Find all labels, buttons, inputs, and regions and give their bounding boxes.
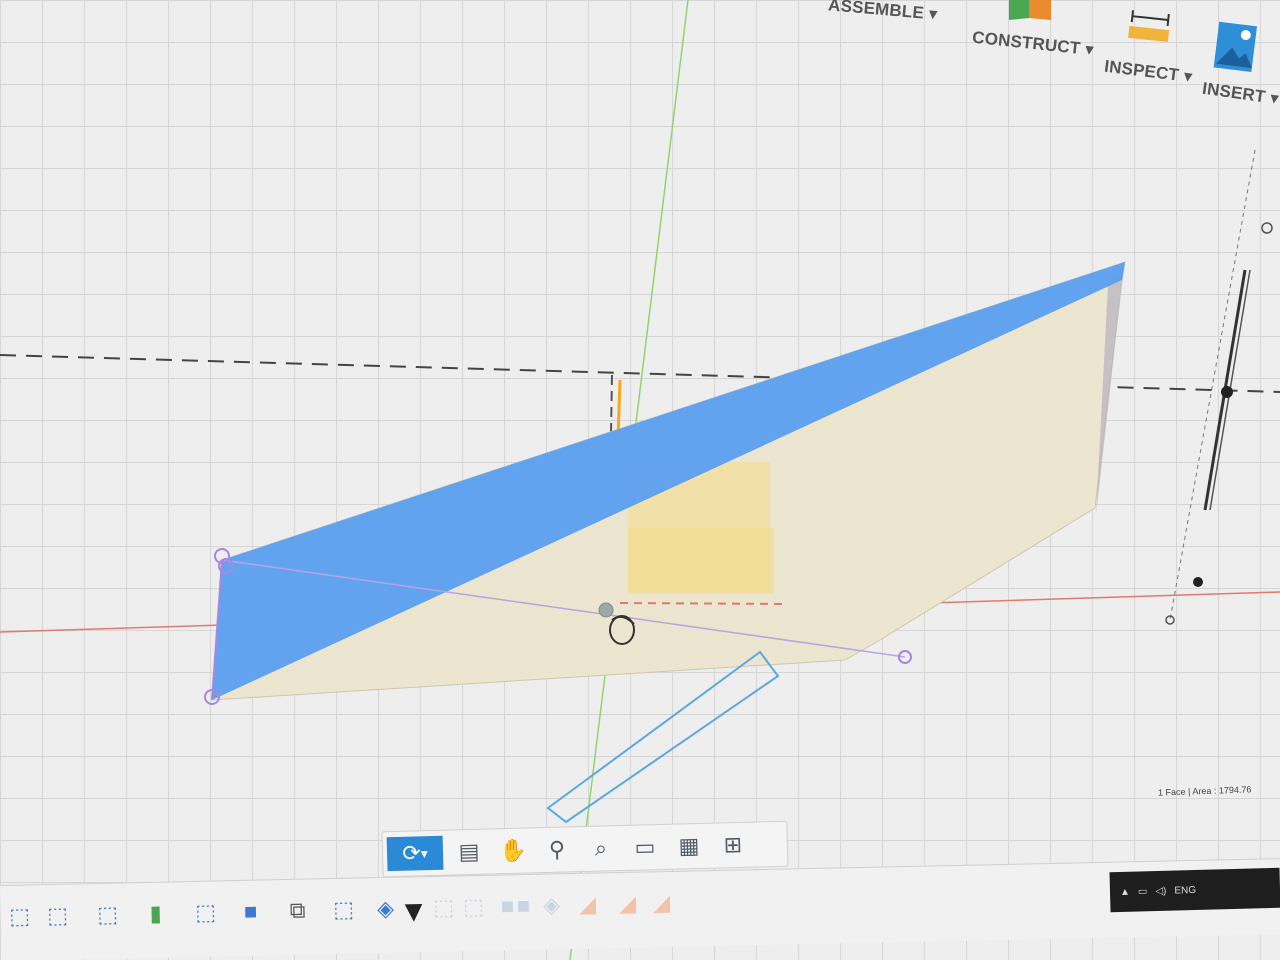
sketch-icon[interactable]: ⬚ xyxy=(190,899,221,930)
side-sketch-point[interactable] xyxy=(1193,577,1203,587)
side-sketch-point[interactable] xyxy=(1261,222,1273,234)
orbit-button[interactable]: ⟳ ▾ xyxy=(386,835,444,872)
loft-icon[interactable]: ◈ xyxy=(370,896,401,927)
look-at-icon: ▤ xyxy=(458,838,480,865)
battery-icon: ▭ xyxy=(1137,885,1148,897)
chevron-down-icon: ▾ xyxy=(928,4,939,24)
construct-plane-icon xyxy=(1005,0,1055,29)
language-indicator[interactable]: ENG xyxy=(1174,884,1196,896)
side-construction-line xyxy=(1169,149,1256,621)
side-sketch-point[interactable] xyxy=(1221,386,1233,398)
fit-zoom-icon: ⌕ xyxy=(594,835,608,861)
sketch-icon[interactable]: ⬚ xyxy=(428,894,459,925)
display-icon: ▭ xyxy=(634,834,656,860)
insert-image-icon xyxy=(1211,20,1261,80)
loft-icon[interactable]: ◈ xyxy=(536,892,567,923)
sketch-icon[interactable]: ⬚ xyxy=(92,901,123,932)
fit-button[interactable]: ⌕ xyxy=(583,831,620,866)
zoom-icon: ⚲ xyxy=(548,836,566,862)
system-taskbar: ▲ ▭ ◁) ENG xyxy=(1109,867,1280,913)
display-settings-button[interactable]: ▭ xyxy=(627,830,664,865)
orbit-icon: ⟳ xyxy=(401,840,422,866)
viewports-button[interactable]: ⊞ xyxy=(715,828,752,863)
origin-point[interactable] xyxy=(598,602,614,618)
measure-ruler-icon xyxy=(1123,8,1175,54)
sketch-icon[interactable]: ⬚ xyxy=(42,902,73,933)
extrude-icon[interactable]: ▮ xyxy=(140,900,171,931)
viewports-icon: ⊞ xyxy=(723,831,743,858)
box-icon[interactable]: ■ xyxy=(508,893,539,924)
model-scene[interactable] xyxy=(0,0,1280,960)
construction-plane-outline[interactable] xyxy=(546,650,780,824)
grid-settings-button[interactable]: ▦ xyxy=(671,829,708,864)
zoom-button[interactable]: ⚲ xyxy=(539,832,576,867)
plane-icon[interactable]: ◢ xyxy=(646,890,677,921)
sketch-icon[interactable]: ⬚ xyxy=(458,894,489,925)
volume-icon: ◁) xyxy=(1155,885,1167,897)
plane-icon[interactable]: ◢ xyxy=(612,891,643,922)
sketch-profile-lower[interactable] xyxy=(628,528,774,594)
sketch-icon[interactable]: ⬚ xyxy=(328,896,359,927)
canvas-viewport[interactable]: ASSEMBLE ▾ CONSTRUCT ▾ INSPECT ▾ INSERT xyxy=(0,0,1280,960)
network-icon: ▲ xyxy=(1119,886,1131,898)
fillet-icon[interactable]: ◢ xyxy=(572,891,603,922)
look-at-button[interactable]: ▤ xyxy=(451,835,488,870)
pan-button[interactable]: ✋ xyxy=(495,833,532,868)
timeline-marker-icon[interactable]: ▼ xyxy=(398,895,429,929)
grid-icon: ▦ xyxy=(678,833,700,859)
sketch-icon[interactable]: ⬚ xyxy=(4,903,35,934)
pan-hand-icon: ✋ xyxy=(498,837,528,864)
box-icon[interactable]: ■ xyxy=(235,898,266,929)
chevron-down-icon: ▾ xyxy=(420,844,428,861)
joint-icon[interactable]: ⧉ xyxy=(282,897,313,928)
